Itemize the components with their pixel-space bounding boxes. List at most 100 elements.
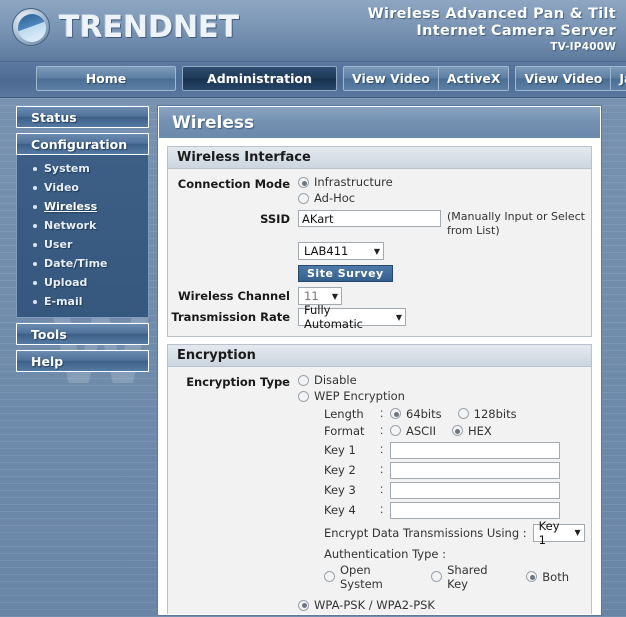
wep-key4-label: Key 4 <box>324 503 356 518</box>
ssid-list-dropdown[interactable]: LAB411 ▼ <box>298 242 384 260</box>
tab-home-label: Home <box>85 71 127 86</box>
key2-colon: : <box>380 464 384 477</box>
radio-infrastructure-icon[interactable] <box>298 177 309 188</box>
radio-adhoc[interactable]: Ad-Hoc <box>298 191 585 206</box>
sidebar-item-network[interactable]: Network <box>17 216 148 235</box>
radio-adhoc-icon[interactable] <box>298 193 309 204</box>
radio-auth-shared-key[interactable]: Shared Key <box>431 563 510 591</box>
product-title-line1: Wireless Advanced Pan & Tilt <box>367 6 616 22</box>
sidebar-system-label: System <box>44 162 90 175</box>
radio-auth-open-system[interactable]: Open System <box>324 563 415 591</box>
radio-format-ascii-icon[interactable] <box>390 425 401 437</box>
radio-auth-shared-key-label: Shared Key <box>447 562 488 591</box>
wep-format-label: Format <box>324 423 365 438</box>
bullet-icon <box>33 223 37 228</box>
ssid-field-group: (Manually Input or Select from List) LAB… <box>298 210 591 283</box>
tab-activex-label: ActiveX <box>437 67 509 90</box>
bullet-icon <box>33 242 37 247</box>
key3-colon: : <box>380 484 384 497</box>
radio-length-128-icon[interactable] <box>457 408 469 420</box>
radio-auth-both-label: Both <box>542 569 569 584</box>
bullet-icon <box>33 280 37 285</box>
ssid-row: SSID (Manually Input or Select from List… <box>168 210 591 283</box>
radio-length-64-icon[interactable] <box>390 408 401 420</box>
wep-key3-input[interactable] <box>390 481 560 499</box>
chevron-down-icon: ▼ <box>395 312 402 322</box>
wep-key1-input[interactable] <box>390 441 560 459</box>
encryption-type-label: Encryption Type <box>186 374 290 389</box>
encrypt-using-label: Encrypt Data Transmissions Using : <box>324 525 527 540</box>
wep-key4-input[interactable] <box>390 501 560 519</box>
chevron-down-icon: ▼ <box>574 528 581 538</box>
sidebar-item-status[interactable]: Status <box>16 106 149 128</box>
encrypt-using-dropdown[interactable]: Key 1 ▼ <box>532 519 585 547</box>
nav-tabs: Home Administration View Video ActiveX V… <box>36 66 626 91</box>
site-survey-label: Site Survey <box>307 267 384 281</box>
tab-view-video-java[interactable]: View Video Java <box>515 66 626 91</box>
sidebar-item-upload[interactable]: Upload <box>17 273 148 292</box>
sidebar-help-label: Help <box>31 353 64 369</box>
encryption-body: Encryption Type Disable WEP Encryption L… <box>168 367 591 614</box>
wireless-interface-body: Connection Mode Infrastructure Ad-Hoc SS… <box>168 169 591 336</box>
radio-wep-encryption[interactable]: WEP Encryption <box>298 389 585 404</box>
radio-disable-icon[interactable] <box>298 374 309 386</box>
sidebar-item-wireless[interactable]: Wireless <box>17 197 148 216</box>
radio-wpa-psk-label: WPA-PSK / WPA2-PSK <box>314 597 435 612</box>
sidebar-tools-label: Tools <box>31 326 67 342</box>
wep-key3-label: Key 3 <box>324 483 356 498</box>
encryption-type-options: Disable WEP Encryption Length : 64bits 1… <box>298 373 591 614</box>
sidebar-configuration-submenu: System Video Wireless Network User Date/… <box>16 155 149 318</box>
main-navigation-bar: Home Administration View Video ActiveX V… <box>0 62 626 98</box>
transmission-rate-label: Transmission Rate <box>171 310 290 325</box>
radio-auth-both[interactable]: Both <box>526 570 569 584</box>
sidebar-item-datetime[interactable]: Date/Time <box>17 254 148 273</box>
sidebar-item-help[interactable]: Help <box>16 350 149 372</box>
tab-home[interactable]: Home <box>36 66 176 91</box>
sidebar-item-video[interactable]: Video <box>17 178 148 197</box>
radio-wpa-psk[interactable]: WPA-PSK / WPA2-PSK <box>298 598 585 613</box>
radio-auth-shared-key-icon[interactable] <box>431 571 443 583</box>
wep-length-label: Length <box>324 406 364 421</box>
sidebar-status-label: Status <box>31 109 77 125</box>
transmission-rate-row: Transmission Rate Fully Automatic ▼ <box>168 303 591 331</box>
radio-disable[interactable]: Disable <box>298 373 585 388</box>
encryption-header: Encryption <box>168 344 591 367</box>
sidebar: Status Configuration System Video Wirele… <box>16 106 149 377</box>
sidebar-item-tools[interactable]: Tools <box>16 323 149 345</box>
radio-auth-open-system-label: Open System <box>340 562 383 591</box>
radio-format-hex[interactable]: HEX <box>451 424 492 438</box>
site-survey-button[interactable]: Site Survey <box>298 265 393 283</box>
ssid-input[interactable] <box>298 210 441 227</box>
radio-length-64-label: 64bits <box>406 406 442 421</box>
page-body: WIFIKARU Status Configuration System Vid… <box>0 98 626 617</box>
radio-wep-encryption-icon[interactable] <box>298 390 309 402</box>
transmission-rate-value: Fully Automatic <box>304 303 363 332</box>
sidebar-item-configuration[interactable]: Configuration <box>16 133 149 155</box>
radio-auth-both-icon[interactable] <box>526 571 538 583</box>
transmission-rate-dropdown[interactable]: Fully Automatic ▼ <box>298 303 406 331</box>
wep-key2-row: Key 2 : <box>324 461 585 479</box>
transmission-rate-field: Fully Automatic ▼ <box>298 303 591 331</box>
wep-key3-row: Key 3 : <box>324 481 585 499</box>
radio-infrastructure[interactable]: Infrastructure <box>298 175 585 190</box>
wep-key2-input[interactable] <box>390 461 560 479</box>
authentication-type-group: Authentication Type : Open System Shared… <box>324 547 585 591</box>
ssid-list-selected-value: LAB411 <box>304 244 349 258</box>
radio-length-128[interactable]: 128bits <box>457 407 517 421</box>
radio-wpa-psk-icon[interactable] <box>298 599 309 611</box>
wireless-channel-value: 11 <box>304 289 319 304</box>
sidebar-item-system[interactable]: System <box>17 159 148 178</box>
wep-options-group: Length : 64bits 128bits Format: ASCII H… <box>298 407 585 591</box>
authentication-type-label: Authentication Type : <box>324 546 447 561</box>
radio-auth-open-system-icon[interactable] <box>324 571 335 583</box>
radio-length-64[interactable]: 64bits <box>390 407 442 421</box>
radio-format-ascii[interactable]: ASCII <box>390 424 436 438</box>
sidebar-item-user[interactable]: User <box>17 235 148 254</box>
tab-view-video-activex[interactable]: View Video ActiveX <box>343 66 510 91</box>
tab-administration[interactable]: Administration <box>182 66 337 91</box>
chevron-down-icon: ▼ <box>331 291 338 301</box>
sidebar-item-email[interactable]: E-mail <box>17 292 148 311</box>
radio-format-hex-icon[interactable] <box>451 425 463 437</box>
brand-logo: TRENDNET <box>12 8 239 46</box>
sidebar-wireless-label: Wireless <box>44 200 98 213</box>
